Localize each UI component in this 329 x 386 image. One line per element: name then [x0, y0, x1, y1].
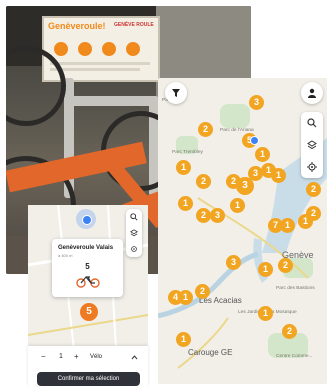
- map-label-district: Carouge GE: [188, 348, 233, 357]
- station-cluster-pin[interactable]: 1: [255, 147, 270, 162]
- selected-station-pin[interactable]: 5: [80, 303, 98, 321]
- station-cluster-pin[interactable]: 2: [282, 324, 297, 339]
- station-cluster-pin[interactable]: 3: [249, 95, 264, 110]
- vehicle-type-select[interactable]: Vélo: [90, 354, 102, 360]
- quantity-plus-button[interactable]: +: [74, 352, 79, 361]
- station-cluster-pin[interactable]: 2: [196, 174, 211, 189]
- map-label: Parc des Bastions: [276, 286, 315, 291]
- map-view-large[interactable]: Pâturage Parc de l'Ariana Parc Trembley …: [158, 78, 327, 384]
- station-cluster-pin[interactable]: 1: [178, 290, 193, 305]
- station-distance: à 400 m: [58, 253, 73, 258]
- user-icon: [308, 88, 316, 98]
- map-toolstack: [301, 112, 323, 178]
- search-button[interactable]: [126, 209, 142, 225]
- bike-count: 5: [85, 262, 90, 271]
- station-cluster-pin[interactable]: 2: [278, 258, 293, 273]
- profile-button[interactable]: [301, 82, 323, 104]
- confirm-selection-button[interactable]: Confirmer ma sélection: [37, 372, 140, 386]
- station-cluster-pin[interactable]: 1: [271, 168, 286, 183]
- sign-step-icon: [54, 42, 68, 56]
- sign-step-icon: [102, 42, 116, 56]
- station-cluster-pin[interactable]: 1: [258, 262, 273, 277]
- station-cluster-pin[interactable]: 1: [280, 218, 295, 233]
- station-cluster-pin[interactable]: 1: [176, 332, 191, 347]
- sign-step-icon: [78, 42, 92, 56]
- chevron-up-icon[interactable]: [131, 355, 138, 360]
- layers-icon: [130, 229, 138, 237]
- station-cluster-pin[interactable]: 1: [230, 198, 245, 213]
- filter-button[interactable]: [165, 82, 187, 104]
- sign-title: Genèveroule!: [48, 21, 106, 31]
- sign-brand: GENÈVE ROULE: [114, 22, 154, 28]
- layers-icon: [307, 140, 317, 150]
- search-icon: [130, 213, 138, 221]
- station-cluster-pin[interactable]: 2: [198, 122, 213, 137]
- station-cluster-pin[interactable]: 2: [196, 208, 211, 223]
- search-icon: [307, 118, 317, 128]
- crosshair-icon: [131, 246, 137, 252]
- user-location-dot: [82, 215, 92, 225]
- station-name: Genèveroule Valais: [58, 245, 114, 251]
- locate-button[interactable]: [126, 241, 142, 257]
- layers-button[interactable]: [126, 225, 142, 241]
- bike-rack: [64, 96, 159, 106]
- map-label: Parc Trembley: [172, 150, 203, 155]
- station-cluster-pin[interactable]: 2: [306, 182, 321, 197]
- crosshair-icon: [307, 162, 317, 172]
- user-location-dot: [250, 136, 259, 145]
- station-cluster-pin[interactable]: 3: [226, 255, 241, 270]
- station-cluster-pin[interactable]: 1: [298, 214, 313, 229]
- quantity-value: 1: [59, 353, 63, 360]
- station-cluster-pin[interactable]: 1: [176, 160, 191, 175]
- station-cluster-pin[interactable]: 2: [195, 284, 210, 299]
- sign-text-line: [50, 62, 150, 65]
- map-label: Centre Comme...: [276, 354, 313, 359]
- station-cluster-pin[interactable]: 1: [178, 196, 193, 211]
- layers-button[interactable]: [301, 134, 323, 156]
- station-popup[interactable]: Genèveroule Valais à 400 m 5: [52, 239, 123, 297]
- sign-text-line: [50, 68, 140, 71]
- quantity-minus-button[interactable]: −: [41, 352, 46, 361]
- sign-step-icon: [126, 42, 140, 56]
- filter-icon: [172, 89, 180, 97]
- station-cluster-pin[interactable]: 3: [210, 208, 225, 223]
- bike-icon: [76, 276, 100, 288]
- locate-button[interactable]: [301, 156, 323, 178]
- station-cluster-pin[interactable]: 1: [258, 306, 273, 321]
- small-map-toolstack: [126, 209, 142, 257]
- search-button[interactable]: [301, 112, 323, 134]
